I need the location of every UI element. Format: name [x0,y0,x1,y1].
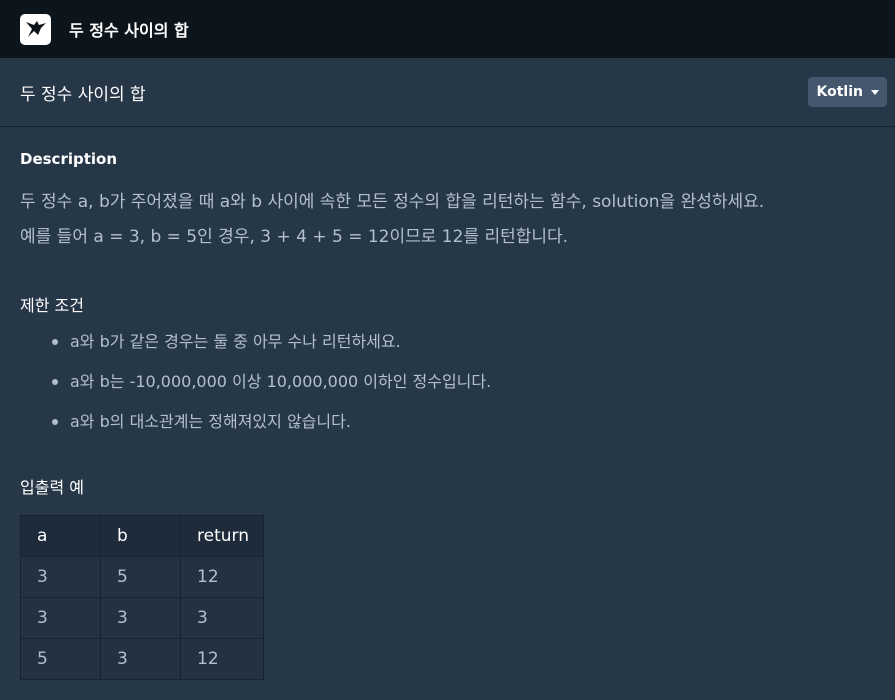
language-select-button[interactable]: Kotlin [807,77,887,107]
description-paragraph: 두 정수 a, b가 주어졌을 때 a와 b 사이에 속한 모든 정수의 합을 … [20,192,765,212]
table-cell: 3 [20,556,101,598]
table-row: 5 3 12 [20,638,264,680]
table-cell: 12 [180,638,264,680]
topbar-title: 두 정수 사이의 합 [69,21,189,40]
table-row: 3 5 12 [20,556,264,598]
constraints-heading: 제한 조건 [20,296,84,315]
language-label: Kotlin [816,84,863,100]
table-cell: 5 [100,556,181,598]
table-cell: 3 [180,597,264,639]
problem-content: Description 두 정수 a, b가 주어졌을 때 a와 b 사이에 속… [0,127,895,680]
column-header: a [20,515,101,557]
top-bar: 두 정수 사이의 합 [0,0,895,58]
table-header-row: a b return [20,515,264,557]
table-cell: 12 [180,556,264,598]
io-example-heading: 입출력 예 [20,478,84,497]
column-header: return [180,515,264,557]
list-item: a와 b가 같은 경우는 둘 중 아무 수나 리턴하세요. [52,328,875,368]
table-cell: 3 [20,597,101,639]
constraints-list: a와 b가 같은 경우는 둘 중 아무 수나 리턴하세요. a와 b는 -10,… [20,328,875,448]
chevron-down-icon [871,89,879,95]
table-cell: 3 [100,597,181,639]
description-paragraph: 예를 들어 a = 3, b = 5인 경우, 3 + 4 + 5 = 12이므… [20,227,569,247]
list-item: a와 b의 대소관계는 정해져있지 않습니다. [52,408,875,448]
programmers-logo-icon[interactable] [20,13,51,45]
column-header: b [100,515,181,557]
problem-title: 두 정수 사이의 합 [20,84,146,105]
table-row: 3 3 3 [20,597,264,639]
io-example-table: a b return 3 5 12 3 3 3 5 3 12 [20,515,264,680]
list-item: a와 b는 -10,000,000 이상 10,000,000 이하인 정수입니… [52,368,875,408]
problem-header: 두 정수 사이의 합 Kotlin [0,58,895,127]
description-heading: Description [20,150,118,168]
table-cell: 5 [20,638,101,680]
table-cell: 3 [100,638,181,680]
description-text: 두 정수 a, b가 주어졌을 때 a와 b 사이에 속한 모든 정수의 합을 … [20,185,875,255]
